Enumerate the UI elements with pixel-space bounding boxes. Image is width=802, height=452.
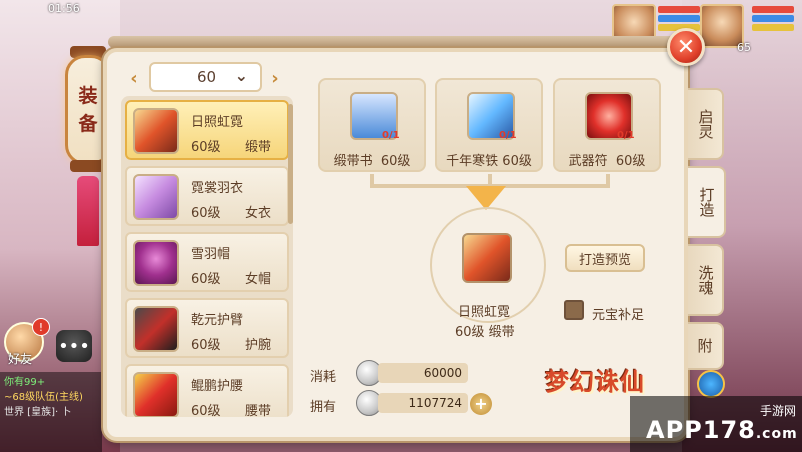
chat-line: 世界 [皇族]· 卜 bbox=[4, 407, 72, 418]
add-currency-button[interactable]: + bbox=[470, 393, 492, 415]
tab-fu[interactable]: 附 bbox=[688, 322, 724, 370]
friend-label: 好友 bbox=[8, 352, 33, 366]
bracer-icon bbox=[133, 306, 179, 352]
watermark-cn: 手游网 bbox=[760, 404, 797, 418]
chat-line: ~68级队伍(主线) bbox=[4, 392, 83, 403]
own-value: 1107724 bbox=[378, 393, 468, 413]
ribbon-icon[interactable] bbox=[462, 233, 512, 283]
status-time: 01:56 bbox=[48, 2, 80, 15]
tab-dazao[interactable]: 打造 bbox=[688, 166, 726, 238]
item-level: 60级 bbox=[191, 140, 221, 155]
panel-top-rail bbox=[108, 36, 688, 48]
chat-line: 你有99+ bbox=[4, 377, 46, 388]
tab-label: 洗魂 bbox=[696, 265, 715, 295]
list-scrollbar[interactable] bbox=[288, 104, 293, 224]
craft-item-level-type: 60级 缎带 bbox=[455, 325, 515, 340]
consume-label: 消耗 bbox=[310, 370, 337, 385]
watermark-text: APP178.com bbox=[646, 416, 798, 444]
yuanbao-label: 元宝补足 bbox=[592, 308, 645, 323]
item-name: 鲲鹏护腰 bbox=[191, 379, 244, 394]
chat-button[interactable]: ••• bbox=[56, 330, 92, 362]
craft-item-name: 日照虹霓 bbox=[458, 305, 511, 320]
list-item[interactable]: 日照虹霓 60级 缎带 bbox=[125, 100, 289, 160]
tab-xihun[interactable]: 洗魂 bbox=[688, 244, 724, 316]
own-label: 拥有 bbox=[310, 400, 337, 415]
lantern-char-1: 装 bbox=[78, 85, 98, 107]
close-button[interactable]: ✕ bbox=[667, 28, 705, 66]
level-prev-arrow[interactable]: ‹ bbox=[125, 68, 143, 90]
item-name: 乾元护臂 bbox=[191, 313, 244, 328]
player-status-bars bbox=[752, 6, 794, 33]
lantern-char-2: 备 bbox=[78, 113, 98, 135]
item-name: 霓裳羽衣 bbox=[191, 181, 244, 196]
item-type: 护腕 bbox=[245, 338, 272, 353]
player-level: 65 bbox=[737, 41, 751, 54]
tab-label: 附 bbox=[697, 336, 713, 355]
item-level: 60级 bbox=[191, 338, 221, 353]
material-label: 千年寒铁 60级 bbox=[446, 154, 532, 169]
tab-label: 启灵 bbox=[696, 109, 715, 139]
material-slot[interactable]: 0/1 千年寒铁 60级 bbox=[435, 78, 543, 172]
material-label: 武器符 60级 bbox=[568, 154, 646, 169]
yuanbao-checkbox[interactable] bbox=[564, 300, 584, 320]
item-level: 60级 bbox=[191, 206, 221, 221]
item-type: 女帽 bbox=[245, 272, 272, 287]
list-item[interactable]: 霓裳羽衣 60级 女衣 bbox=[125, 166, 289, 226]
ribbon-icon bbox=[133, 108, 179, 154]
item-level: 60级 bbox=[191, 404, 221, 417]
level-next-arrow[interactable]: › bbox=[266, 68, 284, 90]
item-type: 缎带 bbox=[245, 140, 272, 155]
item-name: 雪羽帽 bbox=[191, 247, 231, 262]
lantern-cap-bottom bbox=[70, 160, 106, 172]
list-item[interactable]: 雪羽帽 60级 女帽 bbox=[125, 232, 289, 292]
game-badge-icon bbox=[697, 370, 725, 398]
material-slot[interactable]: 0/1 武器符 60级 bbox=[553, 78, 661, 172]
equipment-list[interactable]: 日照虹霓 60级 缎带 霓裳羽衣 60级 女衣 雪羽帽 60级 女帽 乾元护臂 … bbox=[121, 96, 293, 417]
list-item[interactable]: 鲲鹏护腰 60级 腰带 bbox=[125, 364, 289, 417]
belt-icon bbox=[133, 372, 179, 417]
hat-icon bbox=[133, 240, 179, 286]
level-select-value: 60 bbox=[197, 68, 217, 86]
item-name: 日照虹霓 bbox=[191, 115, 244, 130]
lantern-tassel bbox=[77, 176, 99, 246]
consume-value: 60000 bbox=[378, 363, 468, 383]
material-slot[interactable]: 0/1 缎带书 60级 bbox=[318, 78, 426, 172]
item-level: 60级 bbox=[191, 272, 221, 287]
tab-qiling[interactable]: 启灵 bbox=[688, 88, 724, 160]
chevron-down-icon: ⌄ bbox=[234, 66, 248, 85]
item-type: 腰带 bbox=[245, 404, 272, 417]
friend-notification-badge: ! bbox=[32, 318, 50, 336]
material-label: 缎带书 60级 bbox=[333, 154, 411, 169]
level-select[interactable]: 60 ⌄ bbox=[149, 62, 262, 92]
list-item[interactable]: 乾元护臂 60级 护腕 bbox=[125, 298, 289, 358]
chat-bubble-icon: ••• bbox=[58, 335, 90, 357]
dress-icon bbox=[133, 174, 179, 220]
craft-preview-button[interactable]: 打造预览 bbox=[565, 244, 645, 272]
tab-label: 打造 bbox=[697, 187, 716, 217]
chat-log[interactable]: 你有99+ ~68级队伍(主线) 世界 [皇族]· 卜 bbox=[0, 372, 102, 452]
item-type: 女衣 bbox=[245, 206, 272, 221]
close-icon: ✕ bbox=[676, 34, 696, 60]
